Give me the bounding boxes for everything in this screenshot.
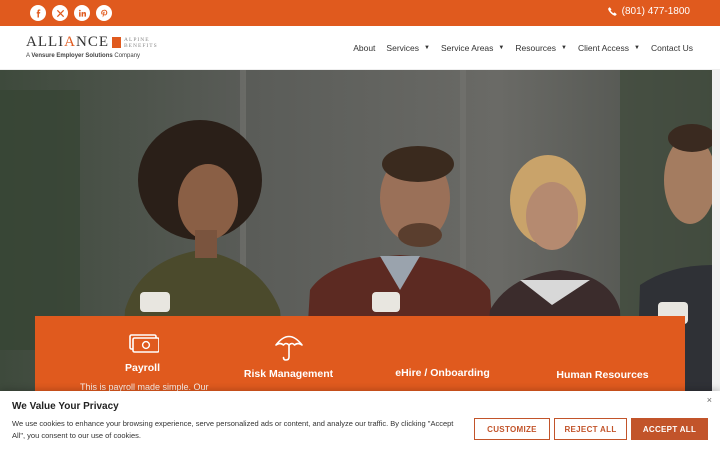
service-title: eHire / Onboarding xyxy=(395,367,490,379)
site-header: ALLIANCE ALPINE BENEFITS A Vensure Employ… xyxy=(0,26,720,70)
nav-item-about[interactable]: About xyxy=(353,43,375,53)
chevron-down-icon: ▼ xyxy=(498,45,505,51)
chevron-down-icon: ▼ xyxy=(561,45,567,51)
phone-icon xyxy=(607,7,617,16)
cookie-title: We Value Your Privacy xyxy=(12,401,119,412)
nav-item-resources[interactable]: Resources ▼ xyxy=(515,43,567,53)
logo[interactable]: ALLIANCE ALPINE BENEFITS A Vensure Employ… xyxy=(26,34,158,59)
main-nav: About Services ▼ Service Areas ▼ Resources… xyxy=(353,43,693,53)
nav-item-services[interactable]: Services ▼ xyxy=(386,43,430,53)
service-human-resources[interactable]: Human Resources xyxy=(540,369,665,381)
accept-all-button[interactable]: ACCEPT ALL xyxy=(631,418,708,440)
logo-tagline: A Vensure Employer Solutions Company xyxy=(26,53,141,59)
cookie-text: We use cookies to enhance your browsing … xyxy=(12,419,454,440)
service-title: Human Resources xyxy=(556,369,649,381)
facebook-icon[interactable] xyxy=(30,5,46,21)
service-payroll[interactable]: Payroll This is payroll made simple. Our xyxy=(80,330,209,392)
money-icon xyxy=(128,334,159,353)
nav-item-client-access[interactable]: Client Access ▼ xyxy=(578,43,640,53)
top-bar: (801) 477-1800 xyxy=(0,0,720,26)
service-ehire-onboarding[interactable]: eHire / Onboarding xyxy=(380,367,505,379)
logo-badge-icon xyxy=(112,37,121,48)
phone-link[interactable]: (801) 477-1800 xyxy=(607,6,690,17)
chevron-down-icon: ▼ xyxy=(634,45,640,51)
customize-button[interactable]: CUSTOMIZE xyxy=(474,418,550,440)
service-title: Payroll xyxy=(124,362,161,374)
pinterest-icon[interactable] xyxy=(96,5,112,21)
phone-number: (801) 477-1800 xyxy=(621,6,690,17)
nav-item-service-areas[interactable]: Service Areas ▼ xyxy=(441,43,504,53)
service-title: Risk Management xyxy=(243,368,334,380)
umbrella-icon xyxy=(274,335,303,361)
x-twitter-icon[interactable] xyxy=(52,5,68,21)
reject-all-button[interactable]: REJECT ALL xyxy=(554,418,627,440)
logo-wordmark: ALLIANCE xyxy=(26,34,109,50)
service-risk-management[interactable]: Risk Management xyxy=(231,330,346,380)
cookie-banner: We Value Your Privacy × We use cookies t… xyxy=(0,391,720,450)
chevron-down-icon: ▼ xyxy=(424,45,430,51)
logo-alpine-text: ALPINE BENEFITS xyxy=(124,36,158,49)
close-icon[interactable]: × xyxy=(707,395,712,405)
nav-item-contact-us[interactable]: Contact Us xyxy=(651,43,693,53)
linkedin-icon[interactable] xyxy=(74,5,90,21)
